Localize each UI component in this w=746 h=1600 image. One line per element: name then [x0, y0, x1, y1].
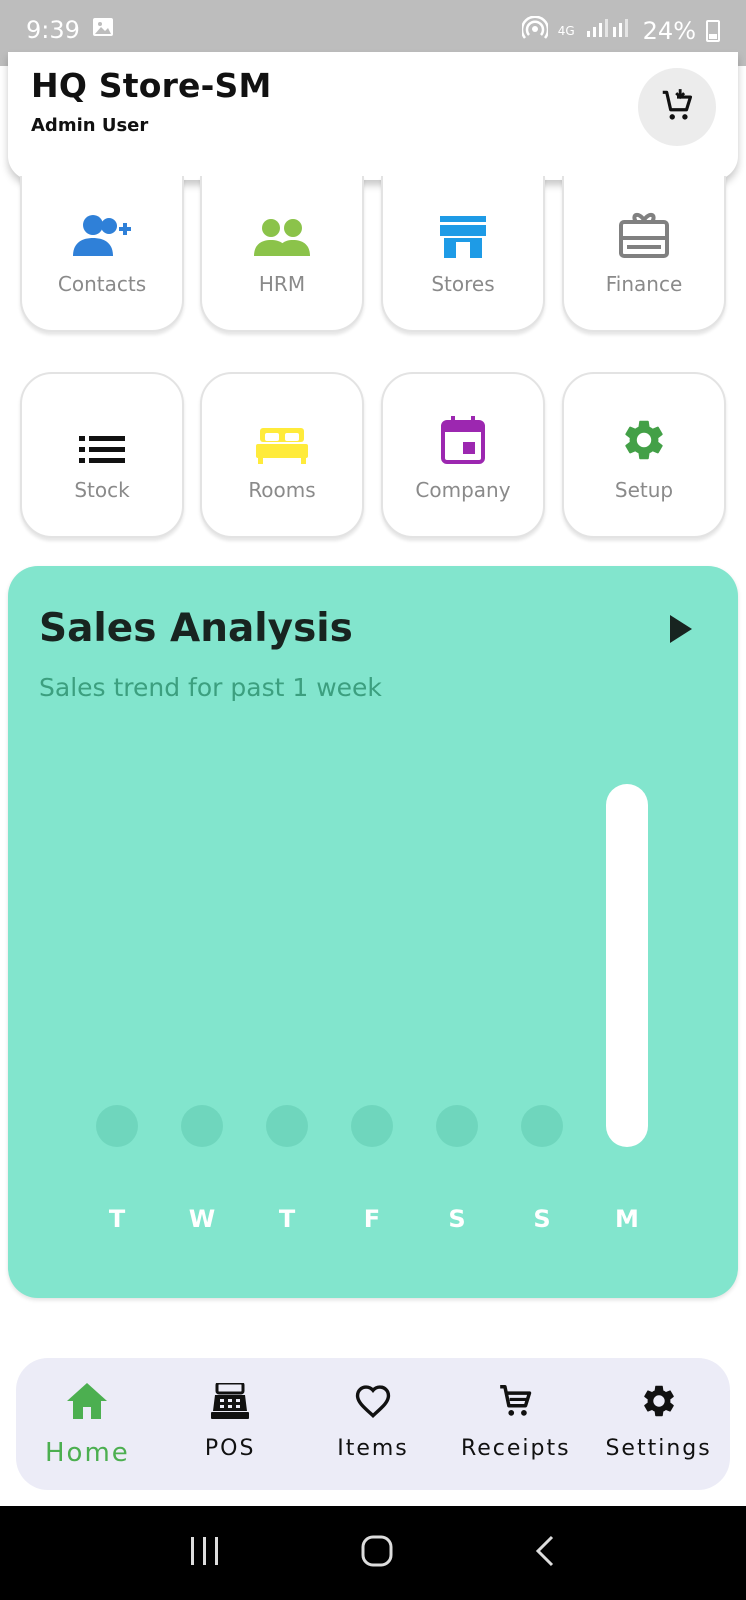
sales-bar-chart: TWTFSSM — [96, 784, 648, 1233]
chart-day-label: S — [533, 1205, 550, 1233]
bed-icon — [256, 414, 308, 464]
cart-icon — [497, 1380, 535, 1422]
heart-icon — [354, 1380, 392, 1422]
user-name: Admin User — [31, 115, 149, 136]
list-icon — [79, 414, 125, 464]
home-icon — [67, 1380, 108, 1422]
gear-icon — [640, 1380, 678, 1422]
chart-day-label: W — [189, 1205, 215, 1233]
nav-home[interactable]: Home — [16, 1358, 159, 1490]
nav-label: Receipts — [460, 1436, 571, 1461]
nav-receipts[interactable]: Receipts — [444, 1358, 587, 1490]
tile-stores[interactable]: Stores — [381, 176, 545, 332]
tile-label: Finance — [605, 272, 683, 296]
storefront-icon — [440, 208, 486, 258]
tile-label: HRM — [258, 272, 306, 296]
chart-day-label: T — [279, 1205, 296, 1233]
status-time: 9:39 — [26, 16, 80, 44]
system-navigation-bar — [0, 1506, 746, 1600]
chart-day-label: M — [615, 1205, 639, 1233]
cash-register-icon — [211, 1380, 250, 1422]
tile-rooms[interactable]: Rooms — [200, 372, 364, 538]
tile-label: Stock — [74, 478, 130, 502]
chart-bar-5 — [436, 1105, 478, 1147]
chart-day-label: F — [364, 1205, 380, 1233]
tile-finance[interactable]: Finance — [562, 176, 726, 332]
chart-bar-6 — [521, 1105, 563, 1147]
home-button-icon[interactable] — [360, 1534, 394, 1572]
nav-pos[interactable]: POS — [159, 1358, 302, 1490]
nav-label: POS — [204, 1436, 256, 1461]
gear-icon — [620, 414, 668, 464]
people-icon — [254, 208, 310, 258]
nav-label: Home — [45, 1438, 130, 1468]
chart-bar-1 — [96, 1105, 138, 1147]
network-type: 4G — [557, 24, 575, 38]
cart-button[interactable] — [638, 68, 716, 146]
tile-label: Rooms — [248, 478, 316, 502]
tile-company[interactable]: Company — [381, 372, 545, 538]
back-icon[interactable] — [533, 1534, 557, 1572]
bottom-navigation: Home POS Items Receipts Settings — [16, 1358, 730, 1490]
add-contact-icon — [71, 208, 133, 258]
battery-percent: 24% — [642, 17, 696, 45]
tile-label: Contacts — [57, 272, 147, 296]
chart-day-label: S — [448, 1205, 465, 1233]
calendar-icon — [441, 414, 485, 464]
store-name: HQ Store-SM — [31, 66, 272, 105]
nav-label: Items — [337, 1436, 409, 1461]
nav-settings[interactable]: Settings — [587, 1358, 730, 1490]
store-header: HQ Store-SM Admin User — [8, 52, 738, 180]
tile-stock[interactable]: Stock — [20, 372, 184, 538]
tile-hrm[interactable]: HRM — [200, 176, 364, 332]
hotspot-icon — [520, 15, 549, 46]
tile-label: Company — [415, 478, 511, 502]
nav-label: Settings — [605, 1436, 712, 1461]
image-notification-icon — [92, 16, 114, 44]
tile-label: Setup — [614, 478, 674, 502]
signal-icon — [585, 17, 633, 45]
tile-contacts[interactable]: Contacts — [20, 176, 184, 332]
cart-icon — [658, 86, 696, 128]
chart-bar-2 — [181, 1105, 223, 1147]
chart-day-label: T — [109, 1205, 126, 1233]
recent-apps-icon[interactable] — [189, 1536, 221, 1570]
card-giftcard-icon — [619, 208, 669, 258]
nav-items[interactable]: Items — [302, 1358, 445, 1490]
tile-setup[interactable]: Setup — [562, 372, 726, 538]
sales-analysis-card[interactable]: Sales Analysis Sales trend for past 1 we… — [8, 566, 738, 1298]
chart-bar-7 — [606, 784, 648, 1147]
tile-label: Stores — [431, 272, 495, 296]
battery-icon — [706, 20, 720, 42]
chart-bar-4 — [351, 1105, 393, 1147]
chart-bar-3 — [266, 1105, 308, 1147]
